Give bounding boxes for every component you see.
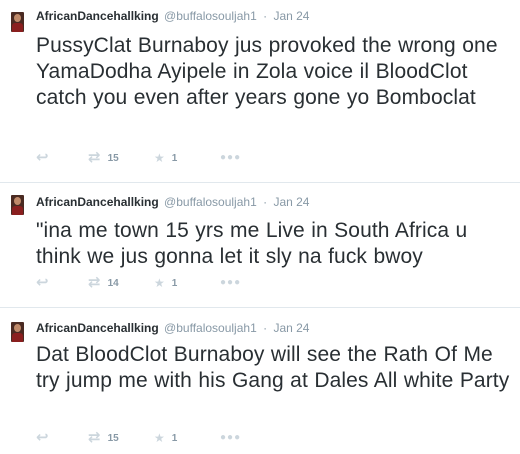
separator-dot: ·: [263, 321, 268, 335]
more-button[interactable]: ●●●: [220, 430, 241, 446]
reply-button[interactable]: ↩: [36, 150, 49, 166]
tweet-timestamp[interactable]: Jan 24: [273, 9, 309, 23]
more-button[interactable]: ●●●: [220, 275, 241, 291]
tweet-timestamp[interactable]: Jan 24: [273, 195, 309, 209]
tweet-header: AfricanDancehallking @buffalosouljah1 · …: [36, 194, 309, 210]
tweet-timestamp[interactable]: Jan 24: [273, 321, 309, 335]
tweet-text: Dat BloodClot Burnaboy will see the Rath…: [36, 343, 510, 392]
tweet[interactable]: AfricanDancehallking @buffalosouljah1 · …: [0, 183, 520, 308]
favorite-button[interactable]: ★ 1: [154, 150, 177, 166]
retweet-count: 15: [107, 152, 119, 164]
user-handle[interactable]: @buffalosouljah1: [164, 9, 257, 23]
reply-icon: ↩: [36, 274, 49, 291]
retweet-icon: ⇄: [88, 149, 101, 166]
avatar[interactable]: [11, 195, 24, 215]
reply-button[interactable]: ↩: [36, 430, 49, 446]
retweet-count: 14: [107, 277, 119, 289]
tweet-timeline: AfricanDancehallking @buffalosouljah1 · …: [0, 0, 520, 454]
separator-dot: ·: [263, 9, 268, 23]
avatar[interactable]: [11, 12, 24, 32]
star-icon: ★: [154, 276, 165, 290]
tweet-text: "ina me town 15 yrs me Live in South Afr…: [36, 219, 468, 268]
tweet-text: PussyClat Burnaboy jus provoked the wron…: [36, 34, 498, 109]
more-icon: ●●●: [220, 277, 242, 288]
more-icon: ●●●: [220, 152, 242, 163]
user-fullname[interactable]: AfricanDancehallking: [36, 9, 159, 23]
tweet[interactable]: AfricanDancehallking @buffalosouljah1 · …: [0, 0, 520, 183]
favorite-count: 1: [171, 432, 178, 444]
reply-icon: ↩: [36, 429, 49, 446]
retweet-icon: ⇄: [88, 274, 101, 291]
star-icon: ★: [154, 431, 165, 445]
separator-dot: ·: [263, 195, 268, 209]
tweet-header: AfricanDancehallking @buffalosouljah1 · …: [36, 320, 309, 336]
tweet-actions: ↩ ⇄ 15 ★ 1 ●●●: [36, 150, 296, 166]
retweet-icon: ⇄: [88, 429, 101, 446]
more-button[interactable]: ●●●: [220, 150, 241, 166]
favorite-button[interactable]: ★ 1: [154, 275, 177, 291]
user-fullname[interactable]: AfricanDancehallking: [36, 195, 159, 209]
favorite-count: 1: [171, 277, 178, 289]
user-fullname[interactable]: AfricanDancehallking: [36, 321, 159, 335]
tweet-actions: ↩ ⇄ 14 ★ 1 ●●●: [36, 275, 296, 291]
retweet-button[interactable]: ⇄ 15: [88, 150, 119, 166]
tweet-header: AfricanDancehallking @buffalosouljah1 · …: [36, 8, 309, 24]
star-icon: ★: [154, 151, 165, 165]
reply-icon: ↩: [36, 149, 49, 166]
reply-button[interactable]: ↩: [36, 275, 49, 291]
favorite-count: 1: [171, 152, 178, 164]
avatar[interactable]: [11, 322, 24, 342]
favorite-button[interactable]: ★ 1: [154, 430, 177, 446]
retweet-count: 15: [107, 432, 119, 444]
user-handle[interactable]: @buffalosouljah1: [164, 321, 257, 335]
retweet-button[interactable]: ⇄ 14: [88, 275, 119, 291]
user-handle[interactable]: @buffalosouljah1: [164, 195, 257, 209]
more-icon: ●●●: [220, 432, 242, 443]
tweet-actions: ↩ ⇄ 15 ★ 1 ●●●: [36, 430, 296, 446]
retweet-button[interactable]: ⇄ 15: [88, 430, 119, 446]
tweet[interactable]: AfricanDancehallking @buffalosouljah1 · …: [0, 308, 520, 454]
